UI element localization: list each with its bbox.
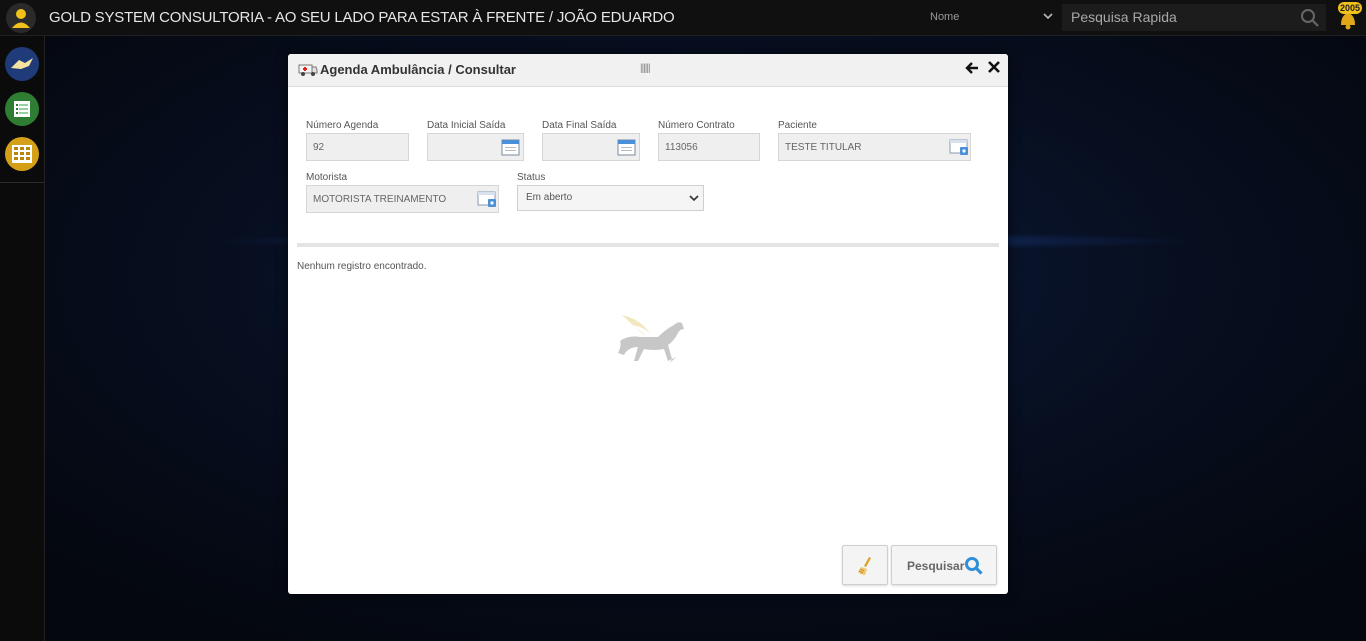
empty-results-message: Nenhum registro encontrado. <box>297 261 427 272</box>
sidebar-home-button[interactable] <box>5 47 39 81</box>
paciente-label: Paciente <box>778 120 817 131</box>
sidebar <box>0 36 45 641</box>
search-button[interactable]: Pesquisar <box>891 545 997 585</box>
broom-icon <box>855 555 877 582</box>
sidebar-divider <box>0 182 44 183</box>
pegasus-logo-icon <box>614 311 688 378</box>
grid-icon <box>12 145 32 163</box>
list-icon <box>14 101 30 117</box>
search-icon[interactable] <box>1300 8 1320 31</box>
data-final-input[interactable] <box>542 133 640 161</box>
search-field-option: Nome <box>930 11 960 23</box>
close-icon[interactable] <box>986 59 1002 80</box>
dialog-title: Agenda Ambulância / Consultar <box>320 62 516 77</box>
status-select[interactable]: Em aberto <box>517 185 704 211</box>
drag-handle[interactable]: |||||| <box>640 63 651 74</box>
status-label: Status <box>517 172 546 183</box>
quick-search-input[interactable]: Pesquisa Rapida <box>1062 4 1326 31</box>
results-divider <box>297 243 999 247</box>
motorista-input[interactable]: MOTORISTA TREINAMENTO <box>306 185 499 213</box>
motorista-label: Motorista <box>306 172 348 183</box>
chevron-down-icon <box>1042 10 1054 25</box>
pegasus-icon <box>11 58 33 69</box>
lookup-icon[interactable] <box>477 190 497 211</box>
numero-contrato-input[interactable]: 113056 <box>658 133 760 161</box>
data-inicial-label: Data Inicial Saída <box>427 120 506 131</box>
lookup-icon[interactable] <box>949 138 969 159</box>
calendar-icon[interactable] <box>617 138 636 159</box>
search-icon <box>964 556 984 579</box>
paciente-input[interactable]: TESTE TITULAR <box>778 133 971 161</box>
numero-contrato-label: Número Contrato <box>658 120 735 131</box>
status-value: Em aberto <box>526 192 573 203</box>
chevron-down-icon <box>688 192 700 207</box>
search-button-label: Pesquisar <box>907 559 965 573</box>
motorista-value: MOTORISTA TREINAMENTO <box>313 194 447 205</box>
notifications-button[interactable]: 2005 <box>1333 2 1363 33</box>
quick-search-placeholder: Pesquisa Rapida <box>1071 9 1177 25</box>
user-avatar-icon[interactable] <box>6 3 36 33</box>
numero-agenda-label: Número Agenda <box>306 120 379 131</box>
sidebar-list-button[interactable] <box>5 92 39 126</box>
dialog-header[interactable]: Agenda Ambulância / Consultar |||||| <box>288 54 1008 87</box>
agenda-ambulancia-dialog: Agenda Ambulância / Consultar |||||| Núm… <box>288 54 1008 594</box>
sidebar-grid-button[interactable] <box>5 137 39 171</box>
data-final-label: Data Final Saída <box>542 120 617 131</box>
numero-agenda-input[interactable]: 92 <box>306 133 409 161</box>
numero-contrato-value: 113056 <box>665 142 698 153</box>
numero-agenda-value: 92 <box>313 142 325 153</box>
search-field-select[interactable]: Nome <box>924 5 1058 31</box>
back-arrow-icon[interactable] <box>964 60 980 81</box>
calendar-icon[interactable] <box>501 138 520 159</box>
notification-badge: 2005 <box>1338 2 1363 14</box>
top-bar: GOLD SYSTEM CONSULTORIA - AO SEU LADO PA… <box>0 0 1366 36</box>
clear-button[interactable] <box>842 545 888 585</box>
app-title: GOLD SYSTEM CONSULTORIA - AO SEU LADO PA… <box>49 9 675 26</box>
ambulance-icon <box>298 61 318 82</box>
data-inicial-input[interactable] <box>427 133 524 161</box>
paciente-value: TESTE TITULAR <box>785 142 862 153</box>
